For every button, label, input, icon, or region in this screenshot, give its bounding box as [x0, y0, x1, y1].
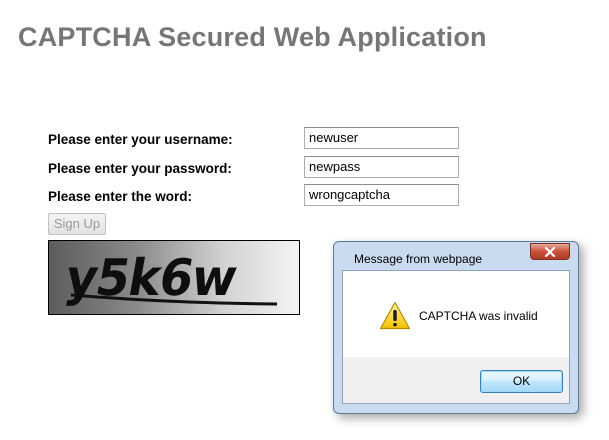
captcha-word-field[interactable] [304, 184, 459, 206]
captcha-noise-line [70, 293, 278, 306]
page-title: CAPTCHA Secured Web Application [18, 22, 487, 52]
captcha-word-label: Please enter the word: [48, 189, 193, 204]
ok-button[interactable]: OK [480, 370, 563, 393]
message-dialog: Message from webpage CAPTCHA was invalid… [333, 241, 579, 414]
password-field[interactable] [304, 156, 459, 178]
dialog-body: CAPTCHA was invalid [343, 271, 569, 357]
username-label: Please enter your username: [48, 132, 233, 147]
dialog-close-button[interactable] [530, 243, 570, 260]
warning-icon [379, 301, 411, 330]
username-field[interactable] [304, 127, 459, 149]
close-icon [544, 246, 556, 257]
dialog-title: Message from webpage [354, 252, 483, 266]
password-label: Please enter your password: [48, 161, 232, 176]
dialog-message: CAPTCHA was invalid [419, 309, 538, 323]
dialog-content: CAPTCHA was invalid OK [342, 270, 570, 404]
sign-up-button[interactable]: Sign Up [48, 213, 106, 235]
captcha-image: y5k6w [48, 240, 300, 315]
